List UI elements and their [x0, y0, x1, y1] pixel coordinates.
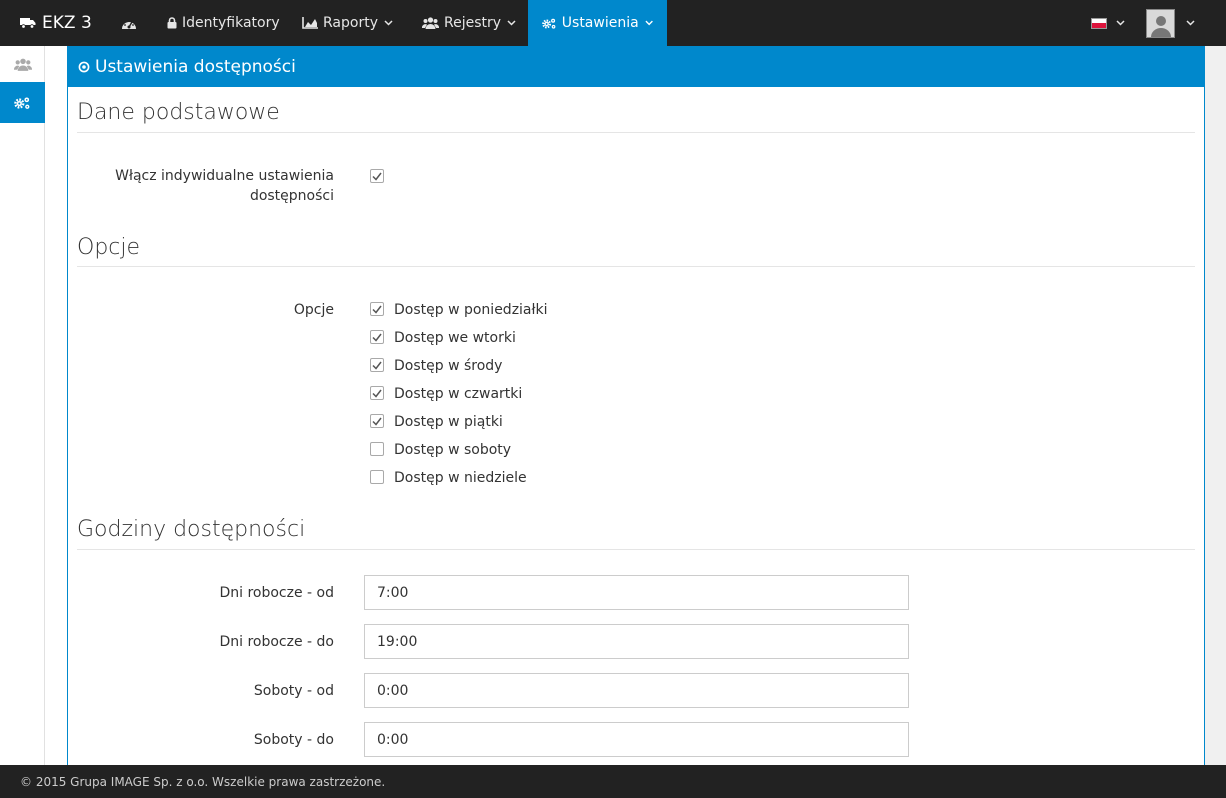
panel-header: Ustawienia dostępności — [68, 46, 1204, 87]
area-chart-icon — [302, 17, 318, 29]
divider — [77, 266, 1195, 267]
poland-flag-icon — [1091, 17, 1107, 29]
gears-icon — [542, 18, 556, 29]
chevron-down-icon — [1186, 20, 1195, 26]
workdays-to-label: Dni robocze - do — [219, 634, 334, 650]
option-label-thursday: Dostęp w czwartki — [394, 386, 523, 402]
circle-dot-icon — [78, 61, 90, 72]
checkbox-tuesday[interactable] — [370, 330, 384, 344]
nav-rejestry[interactable]: Rejestry — [408, 0, 530, 46]
enable-individual-label: Włącz indywidualne ustawienia dostępnośc… — [115, 166, 334, 206]
brand-name: EKZ 3 — [42, 13, 92, 33]
top-navbar: EKZ 3 Identyfikatory Raporty Rejestry Us… — [0, 0, 1226, 46]
user-menu[interactable] — [1146, 0, 1195, 46]
option-label-monday: Dostęp w poniedziałki — [394, 302, 548, 318]
nav-label: Rejestry — [444, 15, 502, 31]
chevron-down-icon — [1116, 20, 1125, 26]
label-line: Włącz indywidualne ustawienia — [115, 168, 334, 184]
checkbox-monday[interactable] — [370, 302, 384, 316]
options-label: Opcje — [293, 302, 334, 318]
checkmark-icon — [372, 361, 382, 370]
sidebar — [0, 46, 45, 765]
checkmark-icon — [372, 305, 382, 314]
users-icon — [13, 58, 32, 71]
nav-label: Identyfikatory — [182, 15, 280, 31]
checkmark-icon — [372, 333, 382, 342]
saturdays-from-label: Soboty - od — [253, 683, 334, 699]
divider — [77, 132, 1195, 133]
users-icon — [422, 17, 439, 29]
user-icon — [1150, 15, 1171, 37]
checkbox-friday[interactable] — [370, 414, 384, 428]
option-label-wednesday: Dostęp w środy — [394, 358, 503, 374]
sidebar-item-settings[interactable] — [0, 82, 45, 123]
nav-raporty[interactable]: Raporty — [288, 0, 407, 46]
checkmark-icon — [372, 417, 382, 426]
copyright-text: © 2015 Grupa IMAGE Sp. z o.o. Wszelkie p… — [20, 774, 386, 789]
checkbox-wednesday[interactable] — [370, 358, 384, 372]
checkmark-icon — [372, 172, 382, 181]
workdays-to-input[interactable] — [364, 624, 909, 659]
workdays-from-input[interactable] — [364, 575, 909, 610]
panel-title: Ustawienia dostępności — [95, 56, 296, 77]
truck-icon — [20, 18, 36, 29]
chevron-down-icon — [645, 20, 653, 26]
nav-label: Raporty — [323, 15, 378, 31]
language-dropdown[interactable] — [1091, 0, 1125, 46]
label-line: dostępności — [249, 188, 334, 204]
section-title-hours: Godziny dostępności — [77, 517, 306, 542]
option-label-sunday: Dostęp w niedziele — [394, 470, 527, 486]
option-label-friday: Dostęp w piątki — [394, 414, 503, 430]
gears-icon — [14, 96, 30, 109]
checkmark-icon — [372, 389, 382, 398]
checkbox-thursday[interactable] — [370, 386, 384, 400]
avatar — [1146, 8, 1175, 38]
footer: © 2015 Grupa IMAGE Sp. z o.o. Wszelkie p… — [0, 765, 1226, 798]
saturdays-to-label: Soboty - do — [253, 732, 334, 748]
nav-identyfikatory[interactable]: Identyfikatory — [153, 0, 294, 46]
brand-link[interactable]: EKZ 3 — [20, 0, 92, 46]
nav-ustawienia[interactable]: Ustawienia — [528, 0, 667, 46]
lock-icon — [167, 17, 177, 29]
option-label-saturday: Dostęp w soboty — [394, 442, 512, 458]
nav-dashboard[interactable] — [107, 0, 156, 46]
dashboard-icon — [122, 18, 136, 29]
sidebar-item-users[interactable] — [0, 46, 45, 82]
section-title-options: Opcje — [77, 235, 141, 260]
settings-panel: Ustawienia dostępności Dane podstawowe W… — [67, 46, 1205, 765]
enable-individual-checkbox[interactable] — [370, 169, 384, 183]
workdays-from-label: Dni robocze - od — [219, 585, 334, 601]
option-label-tuesday: Dostęp we wtorki — [394, 330, 516, 346]
section-title-basic: Dane podstawowe — [77, 100, 280, 125]
checkbox-sunday[interactable] — [370, 470, 384, 484]
saturdays-from-input[interactable] — [364, 673, 909, 708]
vertical-scrollbar[interactable] — [1205, 46, 1226, 765]
chevron-down-icon — [384, 20, 393, 26]
saturdays-to-input[interactable] — [364, 722, 909, 757]
nav-label: Ustawienia — [561, 15, 639, 31]
chevron-down-icon — [507, 20, 516, 26]
divider — [77, 549, 1195, 550]
checkbox-saturday[interactable] — [370, 442, 384, 456]
